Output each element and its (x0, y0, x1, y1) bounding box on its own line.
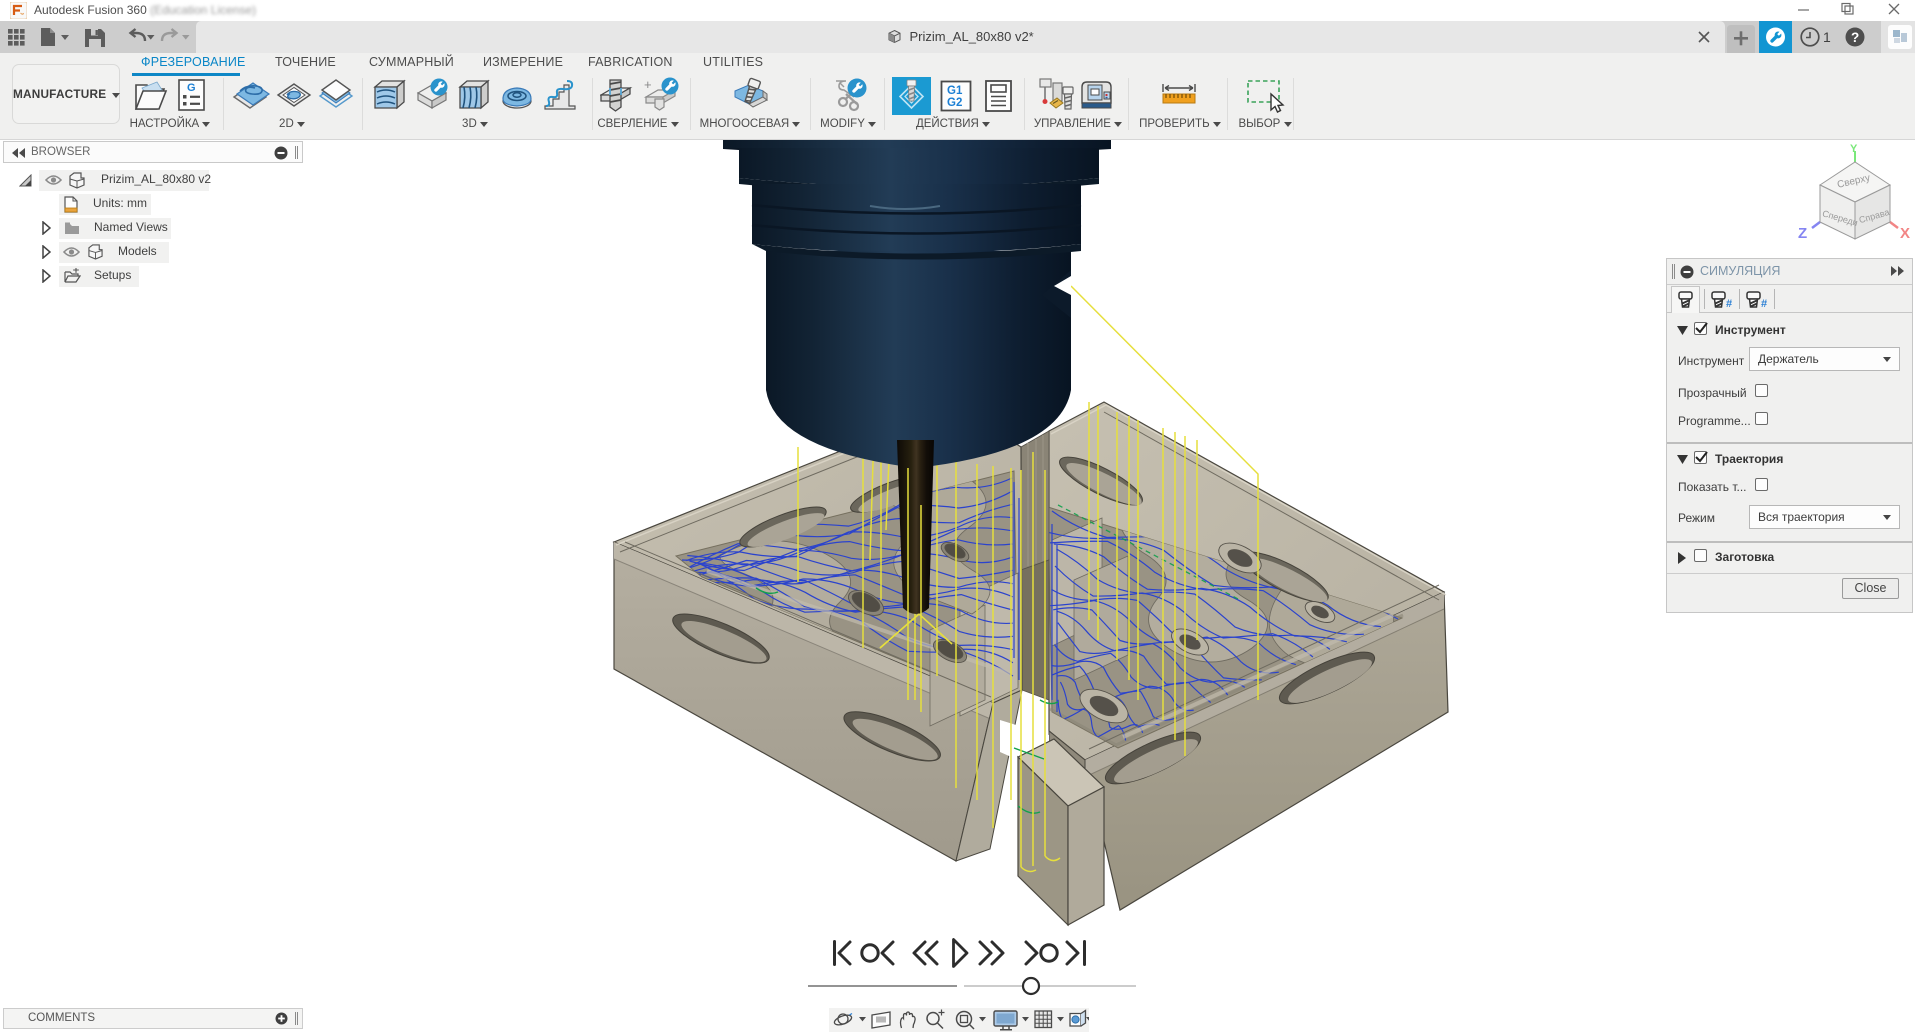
svg-text:G: G (187, 82, 196, 94)
svg-text:?: ? (1851, 30, 1859, 45)
svg-text:Z: Z (1798, 225, 1807, 242)
svg-text:+: + (644, 77, 652, 92)
svg-text:#: # (1761, 298, 1767, 309)
svg-text:X: X (1900, 225, 1910, 242)
svg-text:1: 1 (1823, 29, 1831, 45)
svg-text:#: # (1726, 298, 1732, 309)
svg-text:G2: G2 (947, 97, 962, 109)
svg-text:G1: G1 (947, 85, 963, 97)
svg-text:Y: Y (1850, 143, 1858, 155)
